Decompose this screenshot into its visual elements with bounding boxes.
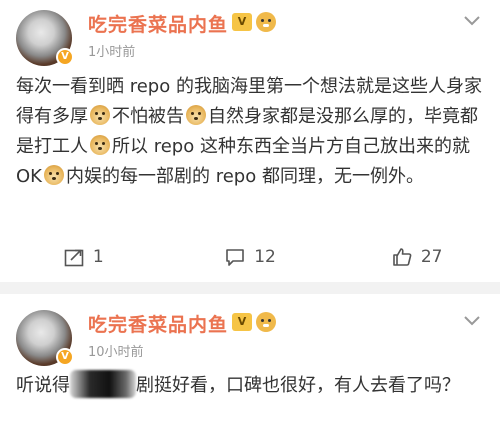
user-badges: V <box>232 12 276 32</box>
comment-icon <box>226 249 244 266</box>
post-time: 1小时前 <box>88 45 136 60</box>
username[interactable]: 吃完香菜品内鱼 <box>88 310 228 337</box>
doge-icon <box>90 105 110 125</box>
post-text-segment: 内娱的每一部剧的 repo 都同理，无一例外。 <box>65 166 424 187</box>
chevron-down-icon[interactable] <box>462 14 482 28</box>
verified-badge-icon: V <box>56 48 74 66</box>
comment-button[interactable]: 12 <box>167 238 334 276</box>
doge-icon <box>43 165 64 185</box>
verified-badge-icon: V <box>56 348 74 366</box>
share-icon <box>64 249 84 267</box>
post-time: 10小时前 <box>88 345 144 360</box>
member-badge-icon[interactable]: V <box>232 313 252 331</box>
member-badge-icon[interactable]: V <box>232 13 252 31</box>
avatar[interactable]: V <box>16 10 74 66</box>
doge-icon <box>90 135 110 155</box>
post-actions: 1 12 27 <box>0 238 500 276</box>
username[interactable]: 吃完香菜品内鱼 <box>88 10 228 37</box>
post-text: 每次一看到晒 repo 的我脑海里第一个想法就是这些人身家得有多厚 不怕被告 自然身… <box>16 72 484 192</box>
like-count: 27 <box>420 247 443 267</box>
like-button[interactable]: 27 <box>333 238 500 276</box>
user-badges: V <box>232 312 276 332</box>
share-count: 1 <box>92 247 104 267</box>
weibo-post: V 吃完香菜品内鱼 V 10小时前 听说得 剧挺好看，口碑也很好，有人去看了吗？ <box>0 294 500 447</box>
chevron-down-icon[interactable] <box>462 314 482 328</box>
post-text: 听说得 剧挺好看，口碑也很好，有人去看了吗？ <box>16 370 484 401</box>
post-text-segment: 挺好看，口碑也很好，有人去看了吗？ <box>154 375 460 396</box>
redacted-mask <box>70 370 136 398</box>
doge-icon <box>186 105 206 125</box>
post-text-segment: 不怕被告 <box>112 106 184 127</box>
fan-badge-icon[interactable] <box>256 12 276 32</box>
share-button[interactable]: 1 <box>0 238 167 276</box>
like-icon <box>393 248 412 266</box>
comment-count: 12 <box>254 247 276 267</box>
post-text-segment: 听说得 <box>16 375 70 396</box>
weibo-post: V 吃完香菜品内鱼 V 1小时前 每次一看到晒 repo 的我脑海里第一个想法就… <box>0 0 500 282</box>
avatar[interactable]: V <box>16 310 74 366</box>
fan-badge-icon[interactable] <box>256 312 276 332</box>
post-text-segment: 剧 <box>136 375 154 396</box>
